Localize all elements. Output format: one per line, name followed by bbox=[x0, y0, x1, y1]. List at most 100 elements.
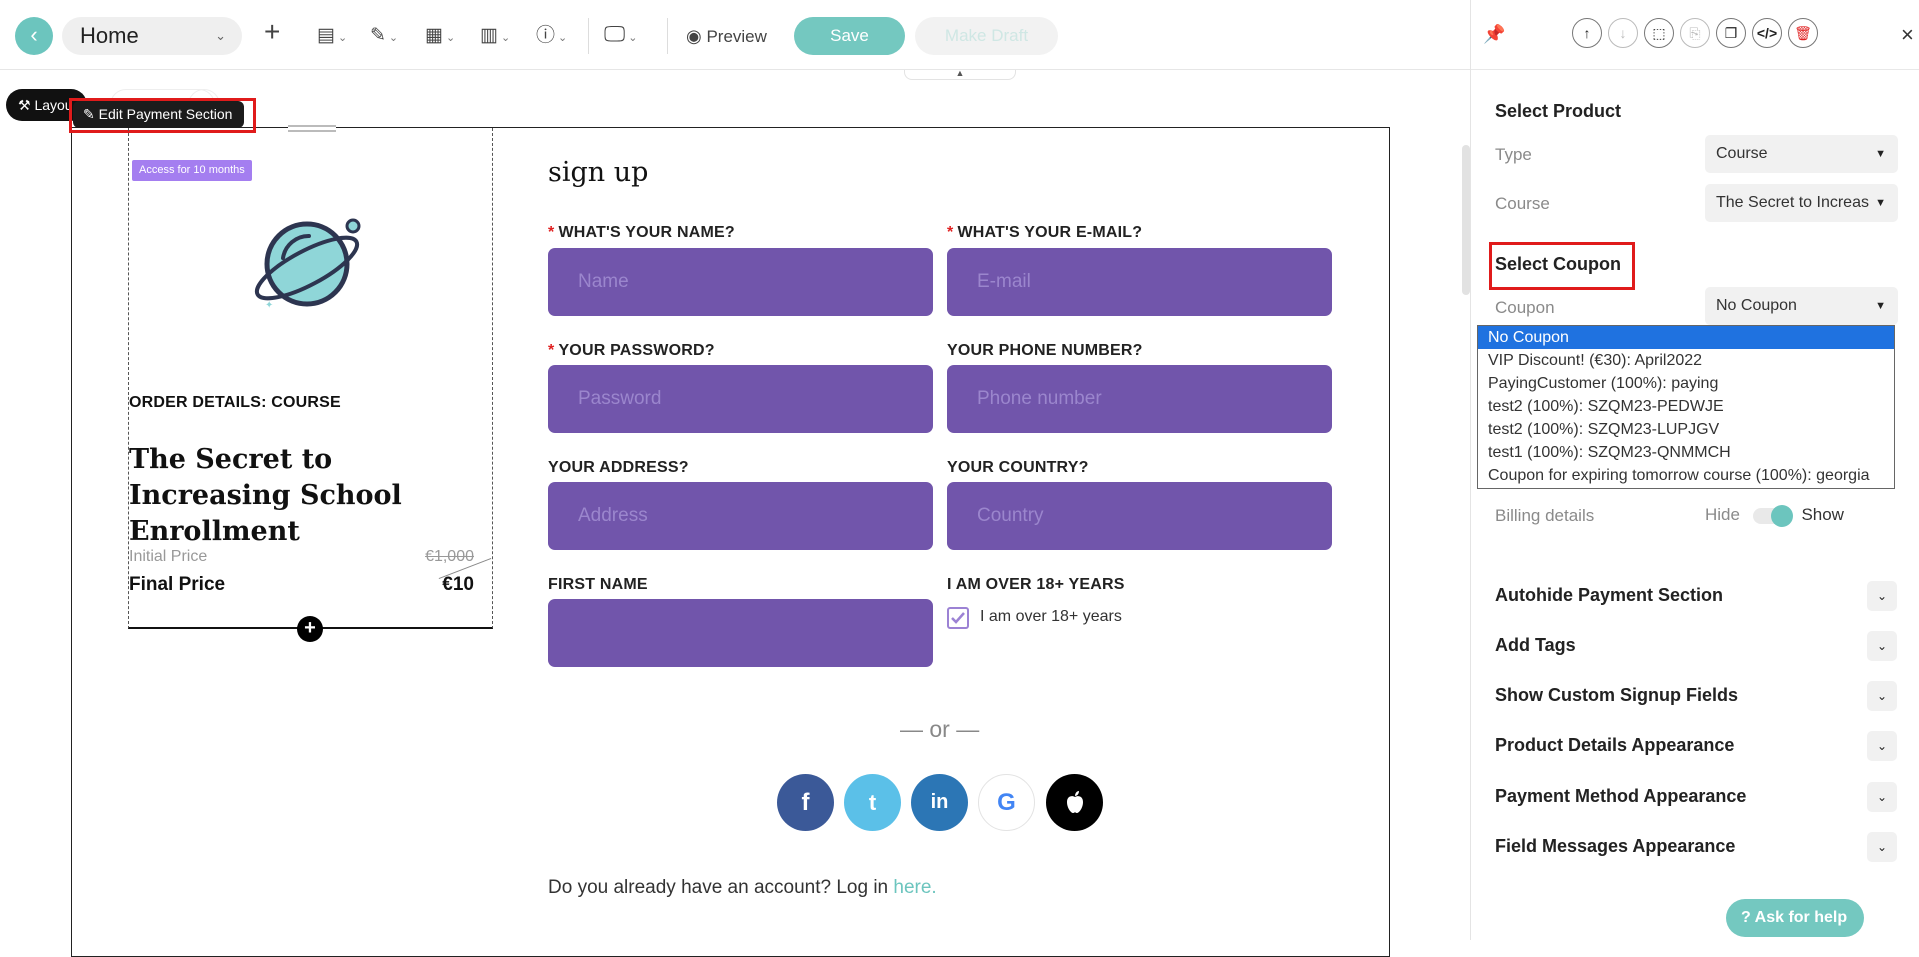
phone-input[interactable]: Phone number bbox=[947, 365, 1332, 433]
accordion-title: Payment Method Appearance bbox=[1495, 786, 1747, 806]
toggle-knob bbox=[1770, 504, 1793, 527]
page-settings-icon[interactable]: ▤ ⌄ bbox=[317, 22, 347, 50]
chevron-left-icon: ‹ bbox=[30, 22, 38, 47]
clipboard-icon: ⎘ bbox=[1689, 25, 1701, 41]
accordion-title: Add Tags bbox=[1495, 635, 1576, 655]
billing-show-label: Show bbox=[1801, 505, 1844, 524]
coupon-option[interactable]: VIP Discount! (€30): April2022 bbox=[1478, 349, 1894, 372]
apple-button[interactable] bbox=[1046, 774, 1103, 831]
chevron-down-icon: ⌄ bbox=[1867, 731, 1897, 761]
age-label: I AM OVER 18+ YEARS bbox=[947, 576, 1125, 593]
course-select[interactable]: The Secret to Increas ▼ bbox=[1705, 184, 1898, 222]
list-icon[interactable]: ▥ ⌄ bbox=[480, 22, 510, 50]
google-button[interactable]: G bbox=[978, 774, 1035, 831]
name-label: * WHAT'S YOUR NAME? bbox=[548, 224, 735, 241]
move-down-button[interactable]: ↓ bbox=[1608, 18, 1638, 48]
add-icon[interactable]: + bbox=[264, 18, 280, 46]
select-parent-button[interactable]: ⬚ bbox=[1644, 18, 1674, 48]
select-coupon-heading: Select Coupon bbox=[1495, 254, 1622, 274]
coupon-dropdown-list: No Coupon VIP Discount! (€30): April2022… bbox=[1477, 325, 1895, 489]
close-icon[interactable]: × bbox=[1901, 22, 1914, 48]
coupon-option[interactable]: test1 (100%): SZQM23-QNMMCH bbox=[1478, 441, 1894, 464]
paste-button[interactable]: ⎘ bbox=[1680, 18, 1710, 48]
toolbar-divider bbox=[667, 18, 668, 54]
arrow-up-icon: ↑ bbox=[1583, 25, 1591, 41]
login-prompt: Do you already have an account? Log in h… bbox=[548, 877, 937, 898]
save-button[interactable]: Save bbox=[794, 17, 905, 55]
accordion-add-tags[interactable]: Add Tags ⌄ bbox=[1495, 631, 1897, 661]
chevron-down-icon: ⌄ bbox=[1867, 581, 1897, 611]
make-draft-button[interactable]: Make Draft bbox=[915, 17, 1058, 55]
accordion-product-details-appearance[interactable]: Product Details Appearance ⌄ bbox=[1495, 731, 1897, 761]
first-name-input[interactable] bbox=[548, 599, 933, 667]
chevron-down-icon: ⌄ bbox=[1867, 832, 1897, 862]
password-input[interactable]: Password bbox=[548, 365, 933, 433]
facebook-button[interactable]: f bbox=[777, 774, 834, 831]
dropdown-arrow-icon: ▼ bbox=[1875, 148, 1886, 160]
accordion-title: Product Details Appearance bbox=[1495, 735, 1735, 755]
final-price-value: €10 bbox=[442, 574, 474, 595]
alert-icon[interactable]: ⓘ ⌄ bbox=[536, 22, 567, 50]
code-button[interactable]: </> bbox=[1752, 18, 1782, 48]
collapse-toolbar-handle[interactable]: ▲ bbox=[904, 69, 1016, 80]
arrow-down-icon: ↓ bbox=[1619, 25, 1627, 41]
coupon-option[interactable]: test2 (100%): SZQM23-PEDWJE bbox=[1478, 395, 1894, 418]
course-select-value: The Secret to Increas bbox=[1716, 194, 1869, 211]
ask-for-help-button[interactable]: ? Ask for help bbox=[1726, 899, 1864, 937]
dropdown-arrow-icon: ▼ bbox=[1875, 300, 1886, 312]
page-selector[interactable]: Home ⌄ bbox=[62, 17, 242, 55]
section-layout-icon[interactable]: ▦ ⌄ bbox=[425, 22, 455, 50]
edit-payment-section-chip[interactable]: ✎ Edit Payment Section bbox=[73, 101, 245, 128]
email-input[interactable]: E-mail bbox=[947, 248, 1332, 316]
initial-price-label: Initial Price bbox=[129, 548, 208, 565]
accordion-autohide-payment[interactable]: Autohide Payment Section ⌄ bbox=[1495, 581, 1897, 611]
back-button[interactable]: ‹ bbox=[15, 17, 53, 55]
move-up-button[interactable]: ↑ bbox=[1572, 18, 1602, 48]
preview-button[interactable]: ◉ Preview bbox=[686, 22, 767, 51]
course-label: Course bbox=[1495, 194, 1550, 213]
chevron-down-icon: ⌄ bbox=[1867, 681, 1897, 711]
pin-icon[interactable]: 📌 bbox=[1483, 24, 1505, 45]
accordion-title: Autohide Payment Section bbox=[1495, 585, 1724, 605]
address-input[interactable]: Address bbox=[548, 482, 933, 550]
linkedin-button[interactable]: in bbox=[911, 774, 968, 831]
add-section-button[interactable]: + bbox=[297, 616, 323, 642]
chevron-down-icon: ⌄ bbox=[1867, 631, 1897, 661]
dropdown-arrow-icon: ▼ bbox=[1875, 197, 1886, 209]
coupon-option[interactable]: No Coupon bbox=[1478, 326, 1894, 349]
editor-scrollbar[interactable] bbox=[1462, 145, 1470, 295]
twitter-button[interactable]: t bbox=[844, 774, 901, 831]
age-checkbox[interactable] bbox=[947, 607, 969, 629]
order-details-title: ORDER DETAILS: COURSE bbox=[129, 394, 341, 411]
eye-icon: ◉ bbox=[686, 26, 702, 46]
accordion-field-messages-appearance[interactable]: Field Messages Appearance ⌄ bbox=[1495, 832, 1897, 862]
chevron-down-icon: ⌄ bbox=[1867, 782, 1897, 812]
coupon-select[interactable]: No Coupon ▼ bbox=[1705, 287, 1898, 325]
age-checkbox-label: I am over 18+ years bbox=[980, 608, 1122, 625]
coupon-select-value: No Coupon bbox=[1716, 297, 1797, 314]
delete-button[interactable]: 🗑 bbox=[1788, 18, 1818, 48]
coupon-option[interactable]: PayingCustomer (100%): paying bbox=[1478, 372, 1894, 395]
type-select[interactable]: Course ▼ bbox=[1705, 135, 1898, 173]
apple-icon bbox=[1066, 791, 1083, 813]
preview-label: Preview bbox=[706, 27, 767, 46]
country-input[interactable]: Country bbox=[947, 482, 1332, 550]
brush-icon[interactable]: ✎ ⌄ bbox=[370, 22, 398, 50]
linkedin-icon: in bbox=[930, 791, 949, 813]
coupon-option[interactable]: Coupon for expiring tomorrow course (100… bbox=[1478, 464, 1894, 487]
toolbar-divider bbox=[588, 18, 589, 54]
first-name-label: FIRST NAME bbox=[548, 576, 648, 593]
name-input[interactable]: Name bbox=[548, 248, 933, 316]
desktop-icon[interactable]: 🖵 ⌄ bbox=[604, 20, 637, 48]
billing-toggle[interactable] bbox=[1752, 504, 1793, 527]
twitter-icon: t bbox=[868, 790, 877, 815]
chevron-down-icon: ⌄ bbox=[215, 28, 226, 43]
accordion-payment-method-appearance[interactable]: Payment Method Appearance ⌄ bbox=[1495, 782, 1897, 812]
accordion-custom-signup-fields[interactable]: Show Custom Signup Fields ⌄ bbox=[1495, 681, 1897, 711]
coupon-label: Coupon bbox=[1495, 298, 1555, 317]
duplicate-button[interactable]: ❐ bbox=[1716, 18, 1746, 48]
coupon-option[interactable]: test2 (100%): SZQM23-LUPJGV bbox=[1478, 418, 1894, 441]
page-selector-value: Home bbox=[80, 23, 139, 48]
login-link[interactable]: here. bbox=[893, 877, 936, 898]
trash-icon: 🗑 bbox=[1794, 25, 1812, 41]
